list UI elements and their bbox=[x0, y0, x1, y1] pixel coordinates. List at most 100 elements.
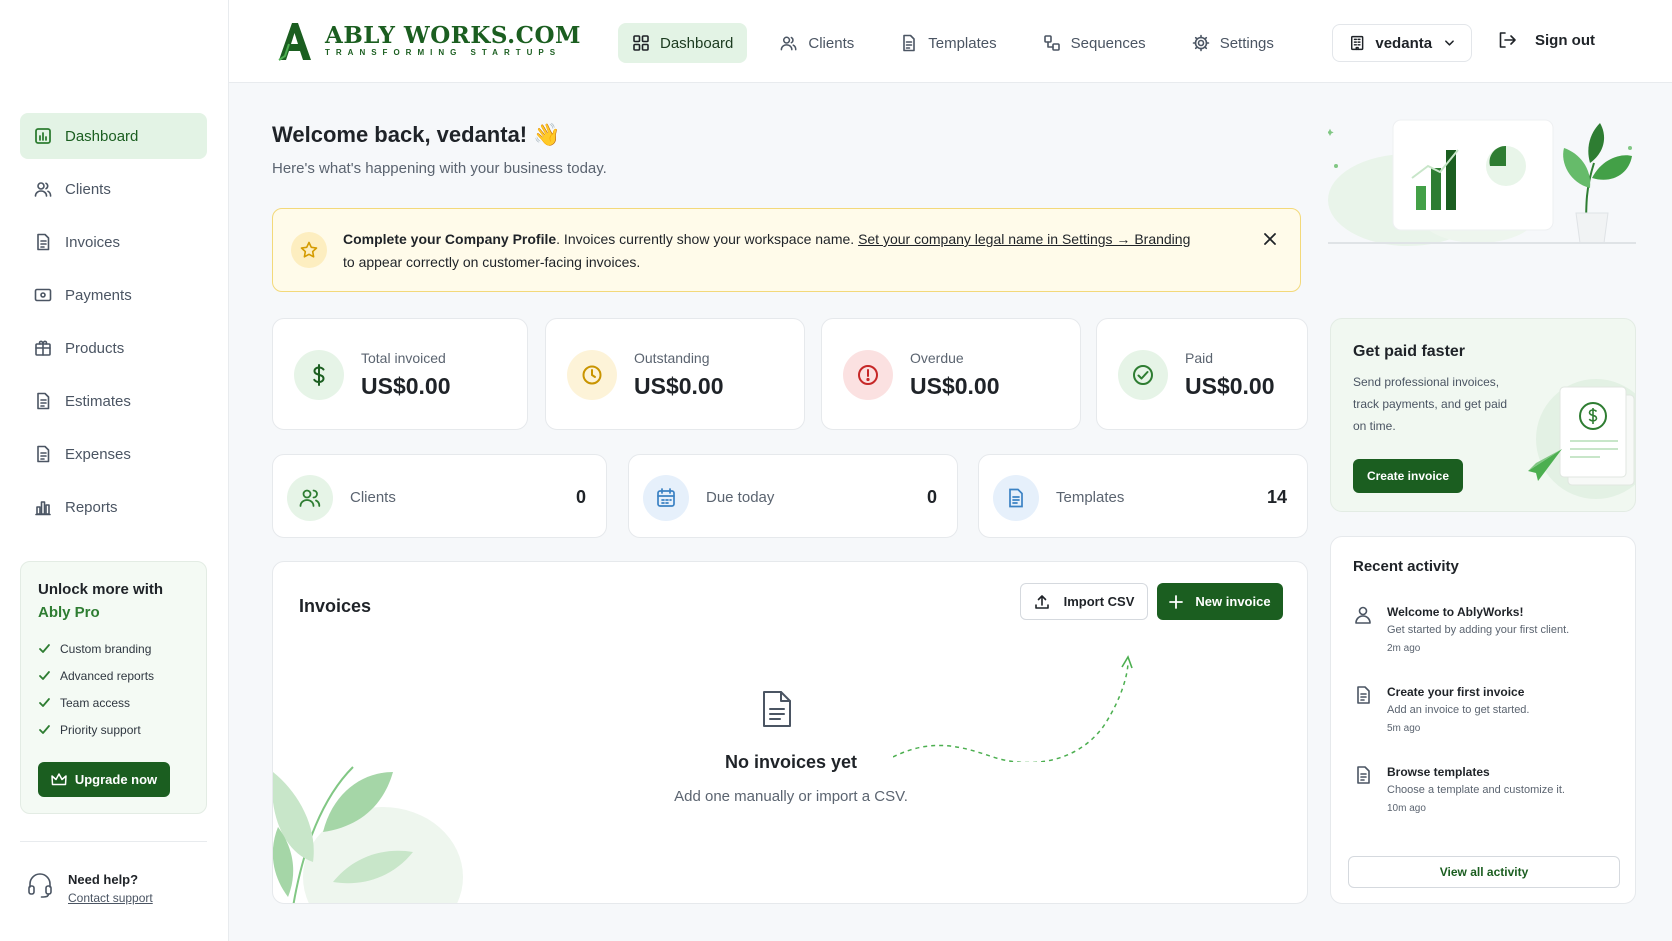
pro-title: Unlock more with Ably Pro bbox=[38, 578, 189, 624]
activity-item-time: 2m ago bbox=[1387, 643, 1421, 654]
pro-feature: Advanced reports bbox=[38, 662, 189, 689]
pro-title-prefix: Unlock more with bbox=[38, 581, 164, 598]
tab-dashboard[interactable]: Dashboard bbox=[618, 23, 748, 63]
sidebar-item-products[interactable]: Products bbox=[20, 325, 207, 371]
pro-feature: Custom branding bbox=[38, 635, 189, 662]
mini-stat-value: 0 bbox=[926, 487, 937, 507]
sidebar-nav: Dashboard Clients Invoices Payments Prod… bbox=[20, 113, 207, 537]
dollar-icon bbox=[294, 350, 344, 400]
activity-item-time: 5m ago bbox=[1387, 723, 1421, 734]
alert-bold: Complete your Company Profile bbox=[343, 231, 557, 247]
activity-item[interactable]: Browse templates Choose a template and c… bbox=[1353, 763, 1623, 819]
invoice-icon bbox=[33, 232, 53, 252]
brand-logo[interactable]: ABLY WORKS.COM TRANSFORMING STARTUPS bbox=[275, 20, 581, 62]
sidebar-item-label: Expenses bbox=[65, 445, 131, 463]
sidebar-item-clients[interactable]: Clients bbox=[20, 166, 207, 212]
tab-label: Sequences bbox=[1070, 34, 1146, 52]
mini-stat-label: Templates bbox=[1056, 489, 1125, 506]
tab-label: Clients bbox=[808, 34, 855, 52]
sequence-icon bbox=[1043, 35, 1060, 51]
mini-stat-value: 0 bbox=[575, 487, 586, 507]
tab-clients[interactable]: Clients bbox=[765, 23, 868, 63]
document-icon bbox=[993, 475, 1039, 521]
stat-card-outstanding[interactable]: Outstanding US$0.00 bbox=[545, 318, 805, 430]
view-all-activity-button[interactable]: View all activity bbox=[1348, 856, 1620, 888]
new-invoice-button[interactable]: New invoice bbox=[1157, 583, 1283, 620]
upgrade-now-button[interactable]: Upgrade now bbox=[38, 762, 170, 797]
page-subtitle: Here's what's happening with your busine… bbox=[272, 160, 607, 177]
create-invoice-button[interactable]: Create invoice bbox=[1353, 459, 1463, 493]
sidebar-item-invoices[interactable]: Invoices bbox=[20, 219, 207, 265]
sign-out-label: Sign out bbox=[1535, 31, 1595, 49]
sidebar-item-reports[interactable]: Reports bbox=[20, 484, 207, 530]
stat-card-overdue[interactable]: Overdue US$0.00 bbox=[821, 318, 1081, 430]
empty-document-icon bbox=[763, 691, 791, 727]
mini-stat-due-today[interactable]: Due today 0 bbox=[628, 454, 958, 538]
empty-state-subtitle: Add one manually or import a CSV. bbox=[674, 788, 908, 805]
dashboard-illustration bbox=[1328, 119, 1636, 246]
stat-card-total-invoiced[interactable]: Total invoiced US$0.00 bbox=[272, 318, 528, 430]
upgrade-label: Upgrade now bbox=[74, 772, 158, 787]
sidebar: Dashboard Clients Invoices Payments Prod… bbox=[0, 0, 229, 941]
box-icon bbox=[33, 338, 53, 358]
tab-templates[interactable]: Templates bbox=[886, 23, 1010, 63]
invoices-panel: Invoices Import CSV New invoice No invoi… bbox=[272, 561, 1308, 904]
plus-icon bbox=[1169, 594, 1184, 609]
sidebar-item-payments[interactable]: Payments bbox=[20, 272, 207, 318]
sidebar-item-label: Products bbox=[65, 339, 125, 357]
upload-icon bbox=[1034, 594, 1049, 609]
brand-tagline: TRANSFORMING STARTUPS bbox=[325, 48, 562, 57]
user-icon bbox=[1355, 606, 1371, 624]
mini-stat-value: 14 bbox=[1266, 487, 1287, 507]
document-icon bbox=[1357, 766, 1370, 784]
tab-settings[interactable]: Settings bbox=[1178, 23, 1288, 63]
activity-item[interactable]: Create your first invoice Add an invoice… bbox=[1353, 683, 1623, 739]
sign-out-button[interactable]: Sign out bbox=[1497, 30, 1595, 50]
get-paid-text: Send professional invoices, track paymen… bbox=[1353, 375, 1508, 433]
alert-message: Complete your Company Profile. Invoices … bbox=[343, 228, 1223, 274]
reports-icon bbox=[33, 497, 53, 517]
tab-label: Templates bbox=[928, 34, 997, 52]
empty-state-title: No invoices yet bbox=[724, 752, 858, 772]
top-tabs: Dashboard Clients Templates Sequences Se… bbox=[618, 23, 1306, 63]
clock-icon bbox=[567, 350, 617, 400]
invoices-title: Invoices bbox=[299, 596, 372, 616]
document-icon bbox=[1357, 686, 1370, 704]
workspace-name: vedanta bbox=[1375, 34, 1433, 52]
pro-upsell-card: Unlock more with Ably Pro Custom brandin… bbox=[20, 561, 207, 814]
sidebar-item-expenses[interactable]: Expenses bbox=[20, 431, 207, 477]
stat-label: Overdue bbox=[910, 350, 964, 366]
page-title: Welcome back, vedanta! 👋 bbox=[272, 122, 561, 147]
pro-feature: Priority support bbox=[38, 716, 189, 743]
stat-label: Outstanding bbox=[634, 350, 710, 366]
check-icon bbox=[39, 671, 50, 680]
sidebar-item-estimates[interactable]: Estimates bbox=[20, 378, 207, 424]
mini-stat-templates[interactable]: Templates 14 bbox=[978, 454, 1308, 538]
get-paid-card: Get paid faster Send professional invoic… bbox=[1330, 318, 1636, 512]
crown-icon bbox=[51, 772, 67, 785]
close-icon bbox=[1264, 233, 1276, 245]
building-icon bbox=[1351, 35, 1364, 51]
tab-sequences[interactable]: Sequences bbox=[1029, 23, 1160, 63]
contact-support-link[interactable]: Contact support bbox=[68, 889, 153, 907]
users-icon bbox=[287, 475, 333, 521]
sidebar-item-dashboard[interactable]: Dashboard bbox=[20, 113, 207, 159]
document-icon bbox=[903, 34, 916, 52]
check-icon bbox=[39, 725, 50, 734]
sidebar-item-label: Reports bbox=[65, 498, 118, 516]
estimate-icon bbox=[33, 391, 53, 411]
payment-icon bbox=[33, 285, 53, 305]
close-alert-button[interactable] bbox=[1262, 231, 1278, 247]
brand-name: ABLY WORKS.COM bbox=[325, 22, 581, 49]
import-csv-button[interactable]: Import CSV bbox=[1020, 583, 1148, 620]
activity-item-desc: Add an invoice to get started. bbox=[1387, 704, 1530, 716]
workspace-switcher[interactable]: vedanta bbox=[1332, 24, 1472, 62]
stat-card-paid[interactable]: Paid US$0.00 bbox=[1096, 318, 1308, 430]
chevron-down-icon bbox=[1445, 40, 1454, 46]
alert-settings-link[interactable]: Set your company legal name in Settings … bbox=[858, 231, 1190, 247]
grid-icon bbox=[633, 35, 649, 51]
mini-stat-clients[interactable]: Clients 0 bbox=[272, 454, 607, 538]
activity-item[interactable]: Welcome to AblyWorks! Get started by add… bbox=[1353, 603, 1623, 659]
leaves-decoration bbox=[273, 766, 463, 903]
users-icon bbox=[781, 36, 797, 51]
